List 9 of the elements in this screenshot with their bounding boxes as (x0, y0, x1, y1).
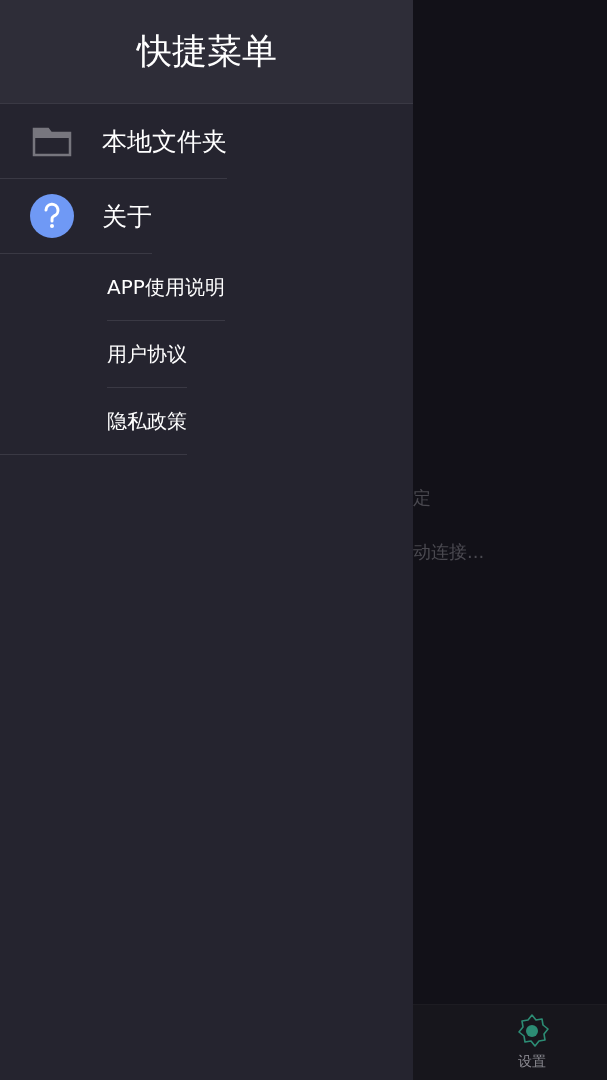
drawer-title: 快捷菜单 (0, 0, 413, 104)
menu-item[interactable]: 本地文件夹 (0, 104, 227, 179)
status-text: 定 (413, 486, 432, 510)
submenu-item[interactable]: 隐私政策 (0, 388, 187, 455)
submenu-item[interactable]: APP使用说明 (107, 254, 225, 321)
submenu-item[interactable]: 用户协议 (107, 321, 187, 388)
help-icon (30, 194, 74, 238)
menu-item[interactable]: 关于 (0, 179, 152, 254)
status-text: 动连接... (413, 540, 486, 564)
